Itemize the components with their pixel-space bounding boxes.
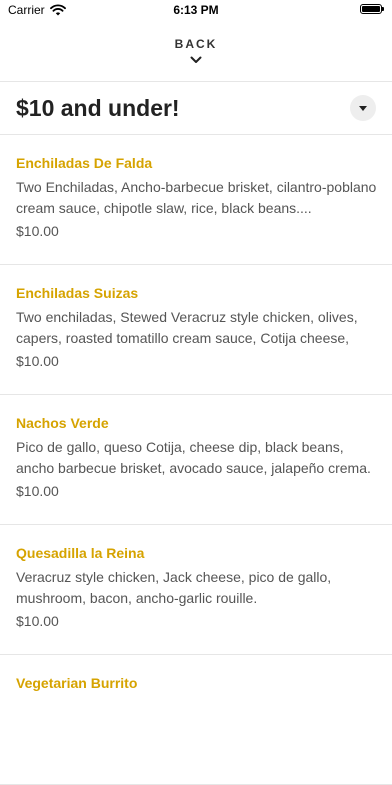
section-header: $10 and under! [0, 83, 392, 135]
menu-item-name: Enchiladas De Falda [16, 155, 153, 171]
section-dropdown-button[interactable] [350, 95, 376, 121]
menu-item-name: Quesadilla la Reina [16, 545, 145, 561]
chevron-down-icon [190, 56, 202, 63]
menu-item-name: Nachos Verde [16, 415, 109, 431]
menu-item[interactable]: Nachos Verde Pico de gallo, queso Cotija… [0, 395, 392, 525]
menu-item-price: $10.00 [16, 353, 59, 369]
menu-item[interactable]: Enchiladas Suizas Two enchiladas, Stewed… [0, 265, 392, 395]
caret-down-icon [359, 105, 367, 111]
header-divider [0, 81, 392, 82]
menu-item-name: Vegetarian Burrito [16, 675, 138, 691]
menu-item-description: Two enchiladas, Stewed Veracruz style ch… [16, 309, 358, 346]
menu-item[interactable]: Vegetarian Burrito [0, 655, 392, 785]
menu-item[interactable]: Enchiladas De Falda Two Enchiladas, Anch… [0, 135, 392, 265]
status-time: 6:13 PM [173, 3, 219, 17]
back-label: BACK [174, 37, 218, 51]
menu-item-price: $10.00 [16, 483, 59, 499]
menu-item-price: $10.00 [16, 613, 59, 629]
menu-list: Enchiladas De Falda Two Enchiladas, Anch… [0, 135, 392, 785]
menu-item-price: $10.00 [16, 223, 59, 239]
menu-item-description: Veracruz style chicken, Jack cheese, pic… [16, 569, 332, 606]
menu-item-description: Two Enchiladas, Ancho-barbecue brisket, … [16, 179, 377, 216]
section-title: $10 and under! [16, 95, 180, 121]
back-button[interactable]: BACK [0, 32, 392, 72]
menu-item-name: Enchiladas Suizas [16, 285, 139, 301]
menu-item[interactable]: Quesadilla la Reina Veracruz style chick… [0, 525, 392, 655]
status-bar: Carrier 6:13 PM [0, 0, 392, 22]
battery-icon [360, 4, 384, 14]
menu-item-description: Pico de gallo, queso Cotija, cheese dip,… [16, 439, 371, 476]
